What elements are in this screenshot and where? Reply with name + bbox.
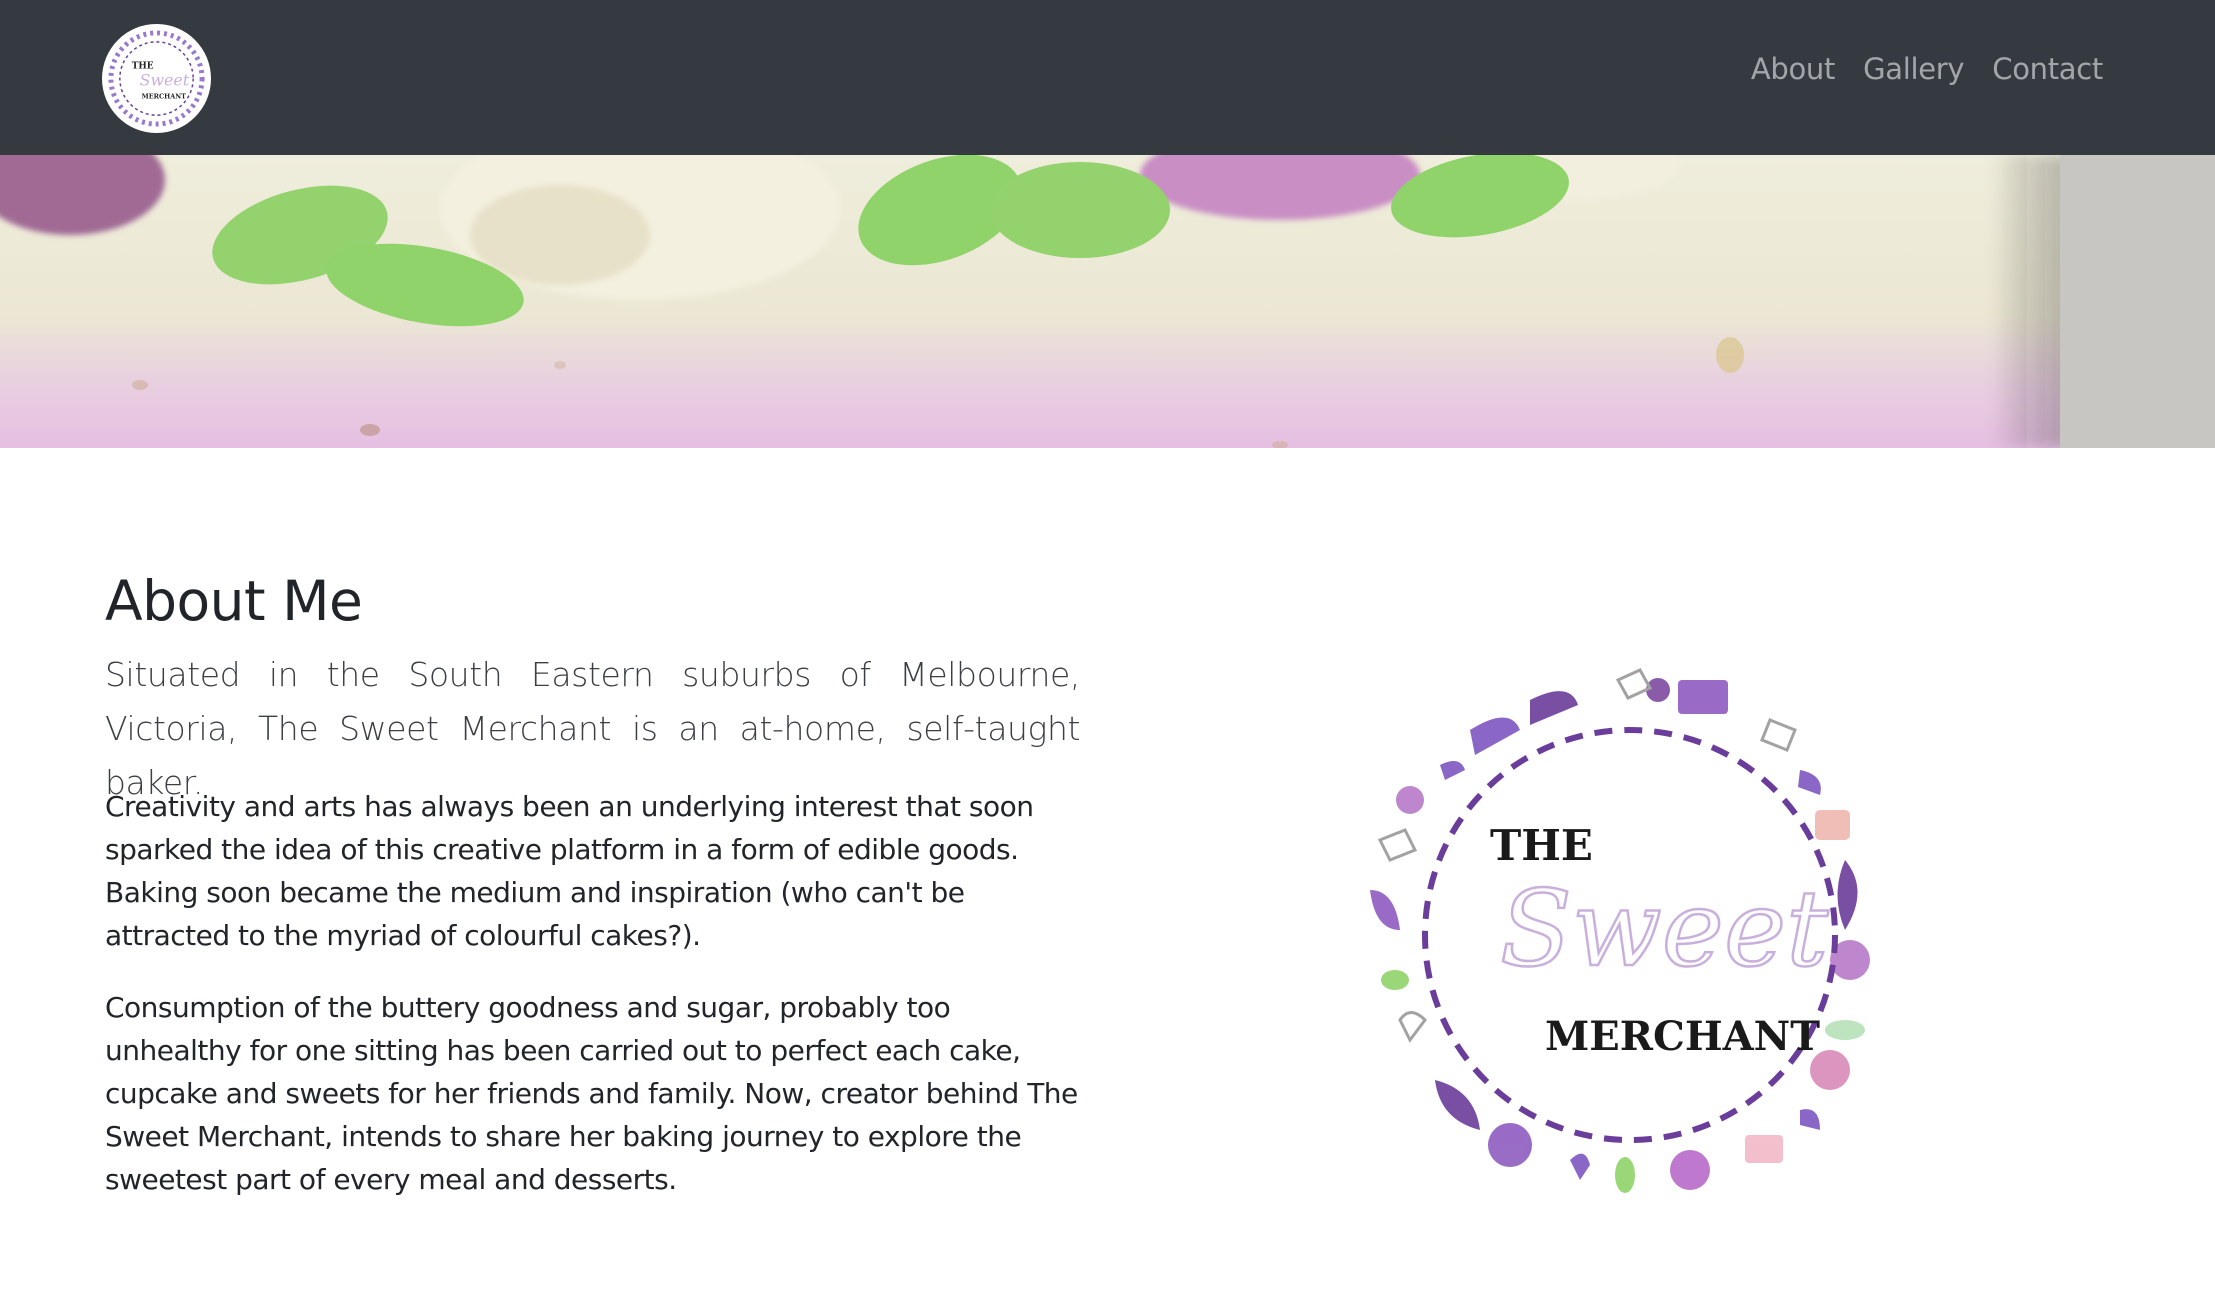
brand-logo-image: THE Sweet MERCHANT <box>103 25 210 132</box>
about-paragraph-1: Creativity and arts has always been an u… <box>105 790 1034 952</box>
svg-text:MERCHANT: MERCHANT <box>142 92 186 100</box>
brand-logo[interactable]: THE Sweet MERCHANT <box>102 24 211 133</box>
svg-text:MERCHANT: MERCHANT <box>1545 1013 1820 1060</box>
navbar: THE Sweet MERCHANT About Gallery Contact <box>0 0 2215 155</box>
nav-link-about[interactable]: About <box>1751 52 1836 86</box>
svg-text:Sweet: Sweet <box>1500 868 1829 990</box>
svg-text:THE: THE <box>1490 821 1593 870</box>
nav-link-contact[interactable]: Contact <box>1992 52 2103 86</box>
about-paragraph-2: Consumption of the buttery goodness and … <box>105 991 1078 1196</box>
svg-text:Sweet: Sweet <box>140 70 190 89</box>
nav-links: About Gallery Contact <box>1751 52 2103 86</box>
nav-link-gallery[interactable]: Gallery <box>1863 52 1964 86</box>
hero-cake-image <box>0 155 2215 448</box>
about-title: About Me <box>105 569 363 633</box>
sweet-merchant-logo: THE Sweet MERCHANT <box>1360 660 1900 1200</box>
